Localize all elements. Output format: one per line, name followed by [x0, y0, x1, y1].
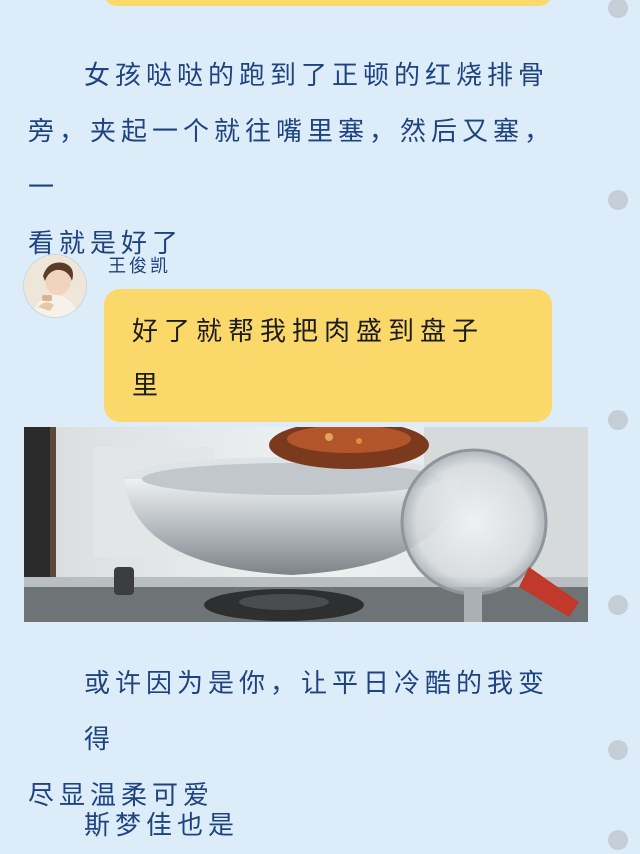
narration-line: 女孩哒哒的跑到了正顿的红烧排骨 — [84, 61, 550, 91]
speech-line: 好了就帮我把肉盛到盘子里 — [132, 317, 485, 401]
scroll-indicator-dot — [608, 410, 628, 430]
speaker-name: 王俊凯 — [108, 256, 171, 277]
narration-line: 旁，夹起一个就往嘴里塞，然后又塞，一 — [28, 117, 556, 203]
scroll-indicator-dot — [608, 830, 628, 850]
narration-line: 斯梦佳也是 — [84, 811, 240, 841]
scroll-indicator-dot — [608, 595, 628, 615]
scroll-indicator-dot — [608, 740, 628, 760]
narration-paragraph: 斯梦佳也是 — [28, 798, 576, 854]
narration-paragraph: 女孩哒哒的跑到了正顿的红烧排骨 旁，夹起一个就往嘴里塞，然后又塞，一 看就是好了 — [28, 48, 576, 272]
kitchen-scene-image — [24, 427, 588, 622]
scroll-indicator-dot — [608, 190, 628, 210]
cooking-photo — [24, 427, 588, 622]
previous-speech-bubble — [104, 0, 552, 6]
narration-line: 或许因为是你，让平日冷酷的我变得 — [84, 669, 550, 755]
speaker-avatar[interactable] — [24, 255, 86, 317]
scroll-indicator-dot — [608, 0, 628, 18]
avatar-icon — [24, 255, 86, 317]
speech-bubble: 好了就帮我把肉盛到盘子里 吧 — [104, 289, 552, 455]
